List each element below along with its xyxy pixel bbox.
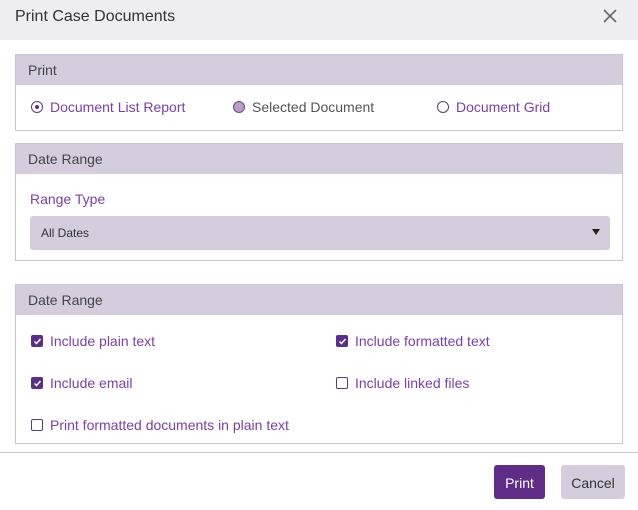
checkbox-include-plain-text[interactable]: Include plain text <box>31 333 155 349</box>
checkbox-checked-icon[interactable] <box>31 335 43 347</box>
options-section: Date Range Include plain text Include fo… <box>15 284 623 444</box>
checkbox-label: Include formatted text <box>355 333 490 349</box>
checkbox-unchecked-icon[interactable] <box>336 377 348 389</box>
checkbox-include-email[interactable]: Include email <box>31 375 133 391</box>
radio-document-list-report[interactable]: Document List Report <box>31 99 185 115</box>
print-section-header: Print <box>16 55 622 85</box>
checkbox-label: Include plain text <box>50 333 156 349</box>
radio-checked-icon[interactable] <box>31 101 43 113</box>
checkbox-unchecked-icon[interactable] <box>31 419 43 431</box>
cancel-button[interactable]: Cancel <box>561 465 625 499</box>
radio-selected-document[interactable]: Selected Document <box>233 99 374 115</box>
checkbox-label: Include email <box>50 375 133 391</box>
radio-document-grid[interactable]: Document Grid <box>437 99 550 115</box>
radio-disabled-icon[interactable] <box>233 101 245 113</box>
options-section-header: Date Range <box>16 285 622 315</box>
range-type-label: Range Type <box>30 191 106 207</box>
radio-label: Document Grid <box>456 99 551 115</box>
radio-unchecked-icon[interactable] <box>437 101 449 113</box>
range-type-value: All Dates <box>41 226 90 240</box>
checkbox-include-linked-files[interactable]: Include linked files <box>336 375 469 391</box>
footer-divider <box>0 452 638 453</box>
close-icon[interactable] <box>598 5 622 29</box>
radio-label: Document List Report <box>50 99 186 115</box>
radio-label: Selected Document <box>252 99 375 115</box>
date-range-section: Date Range Range Type All Dates <box>15 143 623 261</box>
print-button[interactable]: Print <box>494 465 545 499</box>
dialog-title: Print Case Documents <box>15 8 176 25</box>
dialog-titlebar: Print Case Documents <box>0 0 638 40</box>
print-section: Print Document List Report Selected Docu… <box>15 54 623 131</box>
range-type-select[interactable]: All Dates <box>30 216 610 250</box>
date-range-section-header: Date Range <box>16 144 622 174</box>
checkbox-label: Print formatted documents in plain text <box>50 417 289 433</box>
checkbox-print-formatted-plain[interactable]: Print formatted documents in plain text <box>31 417 289 433</box>
dropdown-arrow-icon <box>592 229 600 235</box>
checkbox-checked-icon[interactable] <box>31 377 43 389</box>
checkbox-include-formatted-text[interactable]: Include formatted text <box>336 333 490 349</box>
checkbox-checked-icon[interactable] <box>336 335 348 347</box>
checkbox-label: Include linked files <box>355 375 470 391</box>
